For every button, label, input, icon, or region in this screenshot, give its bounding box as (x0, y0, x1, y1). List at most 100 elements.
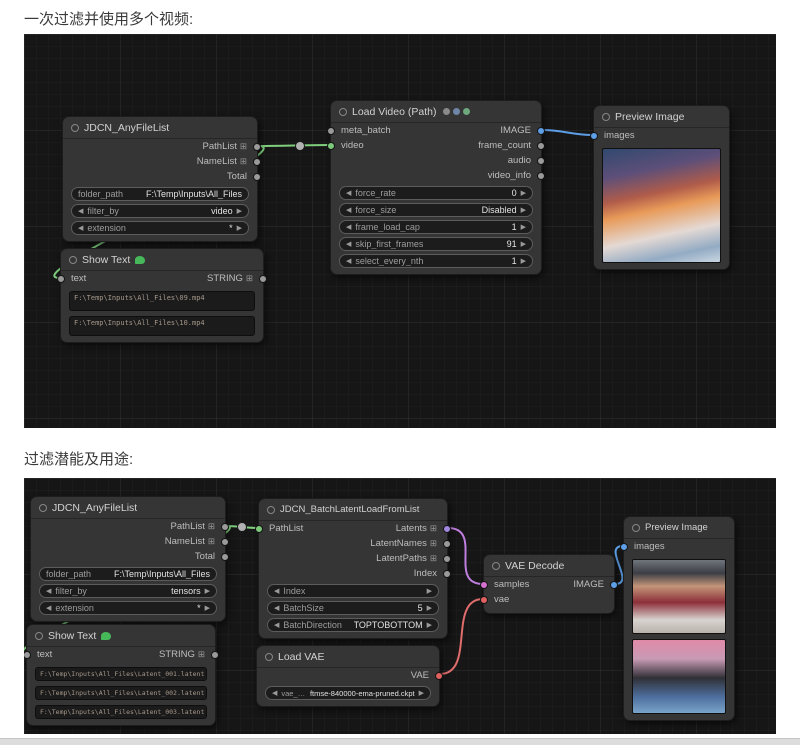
output-dot-string[interactable] (211, 651, 219, 659)
wire-pathlist-to-pathlist[interactable] (226, 526, 258, 528)
output-dot-total[interactable] (253, 173, 261, 181)
collapse-toggle-icon[interactable] (602, 113, 610, 121)
combo-right-icon[interactable]: ▶ (521, 257, 526, 265)
widget-batchsize[interactable]: ◀ BatchSize 5 ▶ (267, 601, 439, 615)
widget-extension[interactable]: ◀ extension * ▶ (39, 601, 217, 615)
graph-canvas-latents[interactable]: JDCN_AnyFileList PathList ⊞ NameList ⊞ T… (24, 478, 776, 734)
node-title-bar[interactable]: Show Text (27, 625, 215, 647)
output-dot-pathlist[interactable] (221, 523, 229, 531)
collapse-toggle-icon[interactable] (492, 562, 500, 570)
input-dot-text[interactable] (24, 651, 31, 659)
output-dot-total[interactable] (221, 553, 229, 561)
input-dot-vae[interactable] (480, 596, 488, 604)
wire-image-to-images[interactable] (542, 130, 593, 135)
wire-pathlist-to-video[interactable] (258, 145, 330, 146)
input-dot-text[interactable] (57, 275, 65, 283)
combo-right-icon[interactable]: ▶ (427, 587, 432, 595)
widget-select-every-nth[interactable]: ◀ select_every_nth 1 ▶ (339, 254, 533, 268)
input-dot-images[interactable] (590, 132, 598, 140)
node-title-bar[interactable]: Preview Image (594, 106, 729, 128)
widget-force-rate[interactable]: ◀ force_rate 0 ▶ (339, 186, 533, 200)
widget-vae-name[interactable]: ◀ vae_name ftmse-840000-ema-pruned.ckpt … (265, 686, 431, 700)
combo-right-icon[interactable]: ▶ (205, 604, 210, 612)
node-title-bar[interactable]: VAE Decode (484, 555, 614, 577)
input-dot-video[interactable] (327, 142, 335, 150)
show-text-row[interactable]: F:\Temp\Inputs\All_Files\10.mp4 (69, 316, 255, 336)
node-jdcn-anyfilelist[interactable]: JDCN_AnyFileList PathList ⊞ NameList ⊞ T… (30, 496, 226, 622)
combo-right-icon[interactable]: ▶ (237, 207, 242, 215)
input-dot-pathlist[interactable] (255, 525, 263, 533)
wire-latents-to-samples[interactable] (448, 528, 483, 584)
node-title-bar[interactable]: JDCN_AnyFileList (63, 117, 257, 139)
combo-right-icon[interactable]: ▶ (521, 223, 526, 231)
node-jdcn-batch-latent-load[interactable]: JDCN_BatchLatentLoadFromList PathList La… (258, 498, 448, 639)
node-title-bar[interactable]: Load Video (Path) (331, 101, 541, 123)
node-load-video-path[interactable]: Load Video (Path) meta_batch IMAGE video… (330, 100, 542, 275)
show-text-row[interactable]: F:\Temp\Inputs\All_Files\09.mp4 (69, 291, 255, 311)
collapse-toggle-icon[interactable] (35, 632, 43, 640)
node-jdcn-anyfilelist[interactable]: JDCN_AnyFileList PathList ⊞ NameList ⊞ T… (62, 116, 258, 242)
node-title-bar[interactable]: JDCN_AnyFileList (31, 497, 225, 519)
output-dot-index[interactable] (443, 570, 451, 578)
output-dot-namelist[interactable] (253, 158, 261, 166)
output-dot-latentpaths[interactable] (443, 555, 451, 563)
combo-left-icon[interactable]: ◀ (346, 240, 351, 248)
input-dot-meta-batch[interactable] (327, 127, 335, 135)
combo-left-icon[interactable]: ◀ (346, 223, 351, 231)
combo-left-icon[interactable]: ◀ (272, 689, 277, 697)
widget-frame-load-cap[interactable]: ◀ frame_load_cap 1 ▶ (339, 220, 533, 234)
input-dot-samples[interactable] (480, 581, 488, 589)
output-dot-image[interactable] (610, 581, 618, 589)
reroute-dot[interactable] (238, 523, 247, 532)
widget-folder-path[interactable]: folder_path F:\Temp\Inputs\All_Files (71, 187, 249, 201)
collapse-toggle-icon[interactable] (39, 504, 47, 512)
node-load-vae[interactable]: Load VAE VAE ◀ vae_name ftmse-840000-ema… (256, 645, 440, 707)
widget-folder-path[interactable]: folder_path F:\Temp\Inputs\All_Files (39, 567, 217, 581)
widget-extension[interactable]: ◀ extension * ▶ (71, 221, 249, 235)
wire-image-to-images[interactable] (615, 546, 623, 584)
node-title-bar[interactable]: JDCN_BatchLatentLoadFromList (259, 499, 447, 521)
widget-force-size[interactable]: ◀ force_size Disabled ▶ (339, 203, 533, 217)
graph-canvas-videos[interactable]: JDCN_AnyFileList PathList ⊞ NameList ⊞ T… (24, 34, 776, 428)
collapse-toggle-icon[interactable] (69, 256, 77, 264)
node-show-text[interactable]: Show Text text STRING ⊞ F:\Temp\Inputs\A… (26, 624, 216, 726)
widget-batchdirection[interactable]: ◀ BatchDirection TOPTOBOTTOM ▶ (267, 618, 439, 632)
combo-right-icon[interactable]: ▶ (237, 224, 242, 232)
combo-left-icon[interactable]: ◀ (346, 189, 351, 197)
show-text-row[interactable]: F:\Temp\Inputs\All_Files\Latent_001.late… (35, 667, 207, 681)
combo-left-icon[interactable]: ◀ (46, 604, 51, 612)
input-dot-images[interactable] (620, 543, 628, 551)
combo-left-icon[interactable]: ◀ (46, 587, 51, 595)
combo-left-icon[interactable]: ◀ (78, 224, 83, 232)
combo-right-icon[interactable]: ▶ (205, 587, 210, 595)
combo-left-icon[interactable]: ◀ (274, 587, 279, 595)
reroute-dot[interactable] (296, 142, 305, 151)
output-dot-audio[interactable] (537, 157, 545, 165)
collapse-toggle-icon[interactable] (632, 524, 640, 532)
combo-right-icon[interactable]: ▶ (521, 206, 526, 214)
node-preview-image[interactable]: Preview Image images (623, 516, 735, 721)
combo-right-icon[interactable]: ▶ (427, 604, 432, 612)
combo-right-icon[interactable]: ▶ (521, 240, 526, 248)
output-dot-latentnames[interactable] (443, 540, 451, 548)
combo-left-icon[interactable]: ◀ (78, 207, 83, 215)
combo-right-icon[interactable]: ▶ (427, 621, 432, 629)
show-text-row[interactable]: F:\Temp\Inputs\All_Files\Latent_002.late… (35, 686, 207, 700)
collapse-toggle-icon[interactable] (71, 124, 79, 132)
widget-filter-by[interactable]: ◀ filter_by tensors ▶ (39, 584, 217, 598)
combo-left-icon[interactable]: ◀ (346, 257, 351, 265)
page-bottom-scrollbar[interactable] (0, 738, 800, 745)
combo-right-icon[interactable]: ▶ (521, 189, 526, 197)
output-dot-namelist[interactable] (221, 538, 229, 546)
output-dot-vae[interactable] (435, 672, 443, 680)
collapse-toggle-icon[interactable] (267, 506, 275, 514)
combo-left-icon[interactable]: ◀ (274, 604, 279, 612)
combo-left-icon[interactable]: ◀ (274, 621, 279, 629)
node-vae-decode[interactable]: VAE Decode samples IMAGE vae (483, 554, 615, 614)
widget-filter-by[interactable]: ◀ filter_by video ▶ (71, 204, 249, 218)
widget-skip-first-frames[interactable]: ◀ skip_first_frames 91 ▶ (339, 237, 533, 251)
output-dot-frame-count[interactable] (537, 142, 545, 150)
output-dot-latents[interactable] (443, 525, 451, 533)
node-title-bar[interactable]: Load VAE (257, 646, 439, 668)
output-dot-video-info[interactable] (537, 172, 545, 180)
